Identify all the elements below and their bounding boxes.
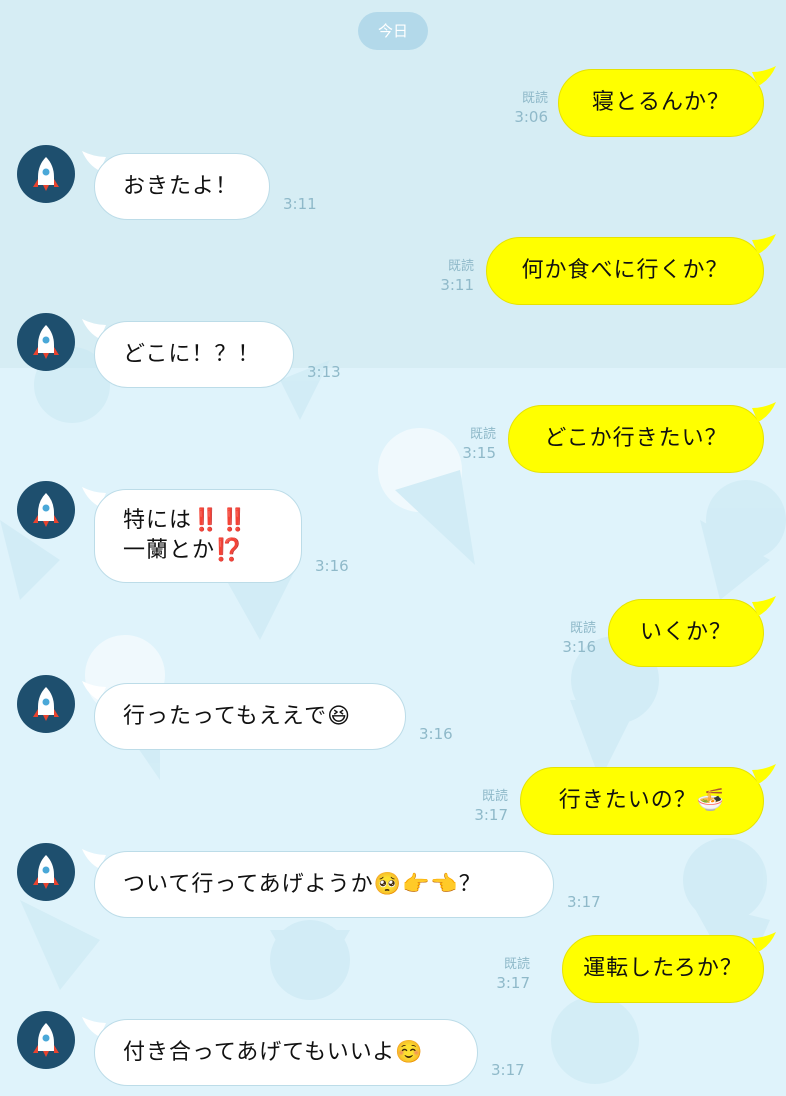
message-line: 特には‼️‼️: [123, 506, 249, 536]
message-time: 3:16: [419, 725, 453, 743]
message-text: 付き合ってあげてもいいよ: [123, 1039, 396, 1065]
outgoing-message[interactable]: いくか？: [608, 599, 764, 667]
message-time: 3:17: [496, 974, 530, 992]
read-receipt: 既読: [521, 91, 548, 106]
incoming-message[interactable]: 行ったってもええで 😆: [94, 683, 406, 750]
ramen-bowl-icon: 🍜: [696, 788, 726, 813]
rocket-icon[interactable]: [17, 481, 75, 539]
exclamation-question-icon: ⁉️: [215, 538, 244, 563]
rocket-icon[interactable]: [17, 313, 75, 371]
message-time: 3:16: [562, 638, 596, 656]
message-text: いくか？: [639, 620, 732, 645]
message-text: どこか行きたい？: [544, 426, 728, 451]
bubble-tail: [752, 764, 776, 784]
incoming-message[interactable]: ついて行ってあげようか 🥺👉👈？: [94, 851, 554, 918]
message-time: 3:13: [307, 363, 341, 381]
smiling-face-icon: ☺️: [395, 1039, 424, 1065]
read-receipt: 既読: [481, 789, 508, 804]
message-time: 3:16: [315, 557, 349, 575]
message-meta: 既読 3:06: [490, 90, 548, 126]
message-time: 3:17: [474, 806, 508, 824]
incoming-message[interactable]: 付き合ってあげてもいいよ ☺️: [94, 1019, 478, 1086]
incoming-message[interactable]: おきたよ！: [94, 153, 270, 220]
message-meta: 既読 3:17: [452, 788, 508, 824]
message-line: 一蘭とか⁉️: [123, 536, 249, 566]
message-text: おきたよ！: [123, 173, 239, 199]
incoming-message[interactable]: 特には‼️‼️ 一蘭とか⁉️: [94, 489, 302, 583]
message-time: 3:11: [440, 276, 474, 294]
chat-area[interactable]: 今日 既読 3:06 寝とるんか？ おきたよ！ 3:11 既読 3:11 何か食…: [0, 0, 786, 1096]
message-time: 3:15: [462, 444, 496, 462]
message-time: 3:06: [514, 108, 548, 126]
message-time: 3:17: [567, 893, 601, 911]
message-text: 寝とるんか？: [591, 90, 730, 115]
bubble-tail: [752, 234, 776, 254]
date-separator: 今日: [358, 12, 428, 50]
read-receipt: 既読: [447, 259, 474, 274]
read-receipt: 既読: [503, 957, 530, 972]
message-text: 行ったってもええで: [123, 703, 328, 729]
read-receipt: 既読: [569, 621, 596, 636]
outgoing-message[interactable]: どこか行きたい？: [508, 405, 764, 473]
outgoing-message[interactable]: 行きたいの？ 🍜: [520, 767, 764, 835]
outgoing-message[interactable]: 寝とるんか？: [558, 69, 764, 137]
laughing-face-icon: 😆: [327, 703, 352, 729]
bubble-tail: [752, 402, 776, 422]
pleading-face-pointing-icon: 🥺👉👈: [373, 871, 459, 897]
message-text: 行きたいの？: [558, 788, 697, 813]
message-text: 特には‼️‼️ 一蘭とか⁉️: [123, 506, 249, 566]
message-time: 3:11: [283, 195, 317, 213]
bubble-tail: [752, 66, 776, 86]
read-receipt: 既読: [469, 427, 496, 442]
double-exclamation-icon: ‼️‼️: [192, 508, 249, 533]
rocket-icon[interactable]: [17, 843, 75, 901]
rocket-icon[interactable]: [17, 145, 75, 203]
message-meta: 既読 3:16: [540, 620, 596, 656]
message-time: 3:17: [491, 1061, 525, 1079]
bubble-tail: [752, 932, 776, 952]
rocket-icon[interactable]: [17, 1011, 75, 1069]
message-meta: 既読 3:17: [474, 956, 530, 992]
outgoing-message[interactable]: 何か食べに行くか？: [486, 237, 764, 305]
bubble-tail: [752, 596, 776, 616]
message-text: ついて行ってあげようか: [123, 871, 374, 897]
incoming-message[interactable]: どこに！？！: [94, 321, 294, 388]
message-meta: 既読 3:11: [418, 258, 474, 294]
message-text: どこに！？！: [123, 341, 261, 367]
rocket-icon[interactable]: [17, 675, 75, 733]
message-text-end: ？: [458, 871, 482, 897]
message-text: 運転したろか？: [583, 956, 743, 981]
outgoing-message[interactable]: 運転したろか？: [562, 935, 764, 1003]
message-meta: 既読 3:15: [440, 426, 496, 462]
message-text: 何か食べに行くか？: [521, 258, 729, 283]
